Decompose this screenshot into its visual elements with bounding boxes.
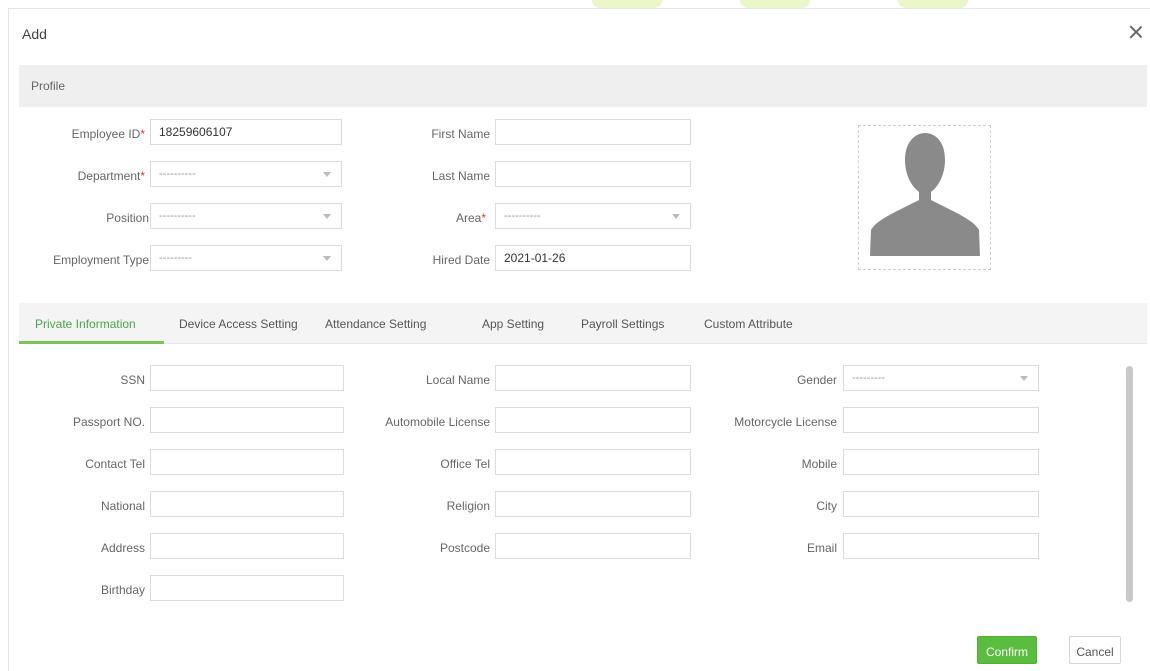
address-input[interactable]	[150, 533, 344, 559]
tab-device-access-setting[interactable]: Device Access Setting	[179, 317, 298, 331]
passport-input[interactable]	[150, 407, 344, 433]
postcode-label: Postcode	[439, 541, 490, 555]
automobile-license-input[interactable]	[495, 407, 691, 433]
position-select[interactable]: ----------	[150, 203, 342, 229]
email-label: Email	[806, 541, 837, 555]
chevron-down-icon	[323, 172, 331, 177]
cancel-button[interactable]: Cancel	[1069, 636, 1121, 664]
position-label: Position	[106, 211, 149, 225]
active-tab-indicator	[19, 341, 164, 344]
profile-section-header: Profile	[19, 65, 1147, 107]
department-select[interactable]: ----------	[150, 161, 342, 187]
tab-attendance-setting[interactable]: Attendance Setting	[325, 317, 426, 331]
ssn-input[interactable]	[150, 365, 344, 391]
chevron-down-icon	[323, 214, 331, 219]
national-label: National	[100, 499, 145, 513]
user-silhouette-icon	[863, 130, 986, 265]
header-decoration	[898, 0, 968, 8]
motorcycle-license-label: Motorcycle License	[734, 415, 837, 429]
area-select-value: ----------	[504, 210, 541, 222]
gender-select-value: ---------	[852, 372, 885, 384]
tab-bar: Private Information Device Access Settin…	[19, 303, 1147, 344]
photo-upload-area[interactable]	[858, 125, 991, 270]
add-employee-dialog: Add Profile Employee ID* Department* ---…	[8, 8, 1150, 671]
department-select-value: ----------	[159, 168, 196, 180]
ssn-label: SSN	[120, 373, 145, 387]
email-input[interactable]	[843, 533, 1039, 559]
dialog-title: Add	[22, 26, 47, 42]
chevron-down-icon	[323, 256, 331, 261]
tab-private-information[interactable]: Private Information	[35, 317, 136, 331]
tab-app-setting[interactable]: App Setting	[482, 317, 544, 331]
local-name-input[interactable]	[495, 365, 691, 391]
area-label: Area*	[455, 211, 486, 225]
office-tel-label: Office Tel	[440, 457, 490, 471]
city-label: City	[816, 499, 837, 513]
passport-label: Passport NO.	[72, 415, 145, 429]
local-name-label: Local Name	[425, 373, 490, 387]
gender-label: Gender	[796, 373, 837, 387]
hired-date-input[interactable]	[495, 245, 691, 271]
employee-id-label: Employee ID*	[71, 127, 145, 141]
automobile-license-label: Automobile License	[385, 415, 490, 429]
contact-tel-input[interactable]	[150, 449, 344, 475]
confirm-button[interactable]: Confirm	[977, 636, 1037, 664]
employment-type-label: Employment Type	[53, 253, 149, 267]
hired-date-label: Hired Date	[432, 253, 490, 267]
religion-label: Religion	[446, 499, 490, 513]
header-decoration	[592, 0, 662, 8]
close-icon[interactable]	[1128, 24, 1144, 40]
contact-tel-label: Contact Tel	[85, 457, 145, 471]
profile-section-title: Profile	[31, 79, 66, 93]
dialog-titlebar: Add	[9, 9, 1150, 55]
birthday-input[interactable]	[150, 575, 344, 601]
office-tel-input[interactable]	[495, 449, 691, 475]
first-name-input[interactable]	[495, 119, 691, 145]
department-label: Department*	[77, 169, 145, 183]
religion-input[interactable]	[495, 491, 691, 517]
employment-type-select[interactable]: ---------	[150, 245, 342, 271]
position-select-value: ----------	[159, 210, 196, 222]
address-label: Address	[100, 541, 145, 555]
birthday-label: Birthday	[100, 583, 145, 597]
chevron-down-icon	[672, 214, 680, 219]
last-name-input[interactable]	[495, 161, 691, 187]
header-decoration	[740, 0, 810, 8]
mobile-label: Mobile	[801, 457, 837, 471]
city-input[interactable]	[843, 491, 1039, 517]
chevron-down-icon	[1020, 376, 1028, 381]
first-name-label: First Name	[431, 127, 490, 141]
area-select[interactable]: ----------	[495, 203, 691, 229]
national-input[interactable]	[150, 491, 344, 517]
motorcycle-license-input[interactable]	[843, 407, 1039, 433]
tab-custom-attribute[interactable]: Custom Attribute	[704, 317, 793, 331]
vertical-scrollbar[interactable]	[1126, 366, 1133, 602]
last-name-label: Last Name	[431, 169, 490, 183]
employee-id-input[interactable]	[150, 119, 342, 145]
postcode-input[interactable]	[495, 533, 691, 559]
tab-payroll-settings[interactable]: Payroll Settings	[581, 317, 664, 331]
gender-select[interactable]: ---------	[843, 365, 1039, 391]
employment-type-select-value: ---------	[159, 252, 192, 264]
mobile-input[interactable]	[843, 449, 1039, 475]
